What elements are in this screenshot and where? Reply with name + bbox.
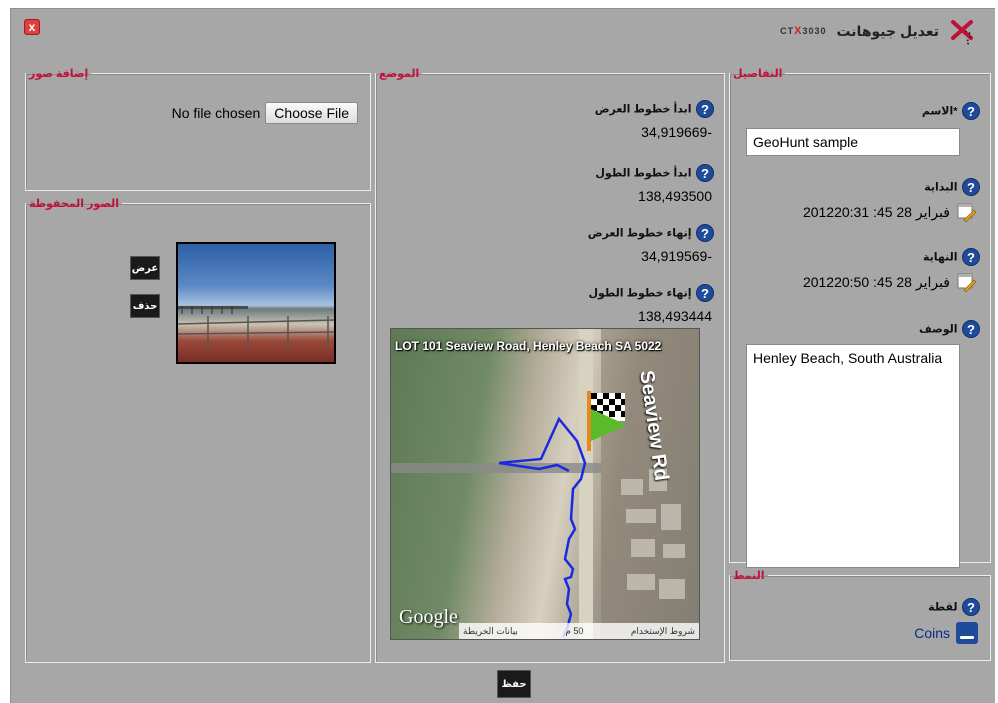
description-label-row: ? الوصف	[919, 320, 980, 338]
add-photos-panel: إضافة صور No file chosen Choose File	[25, 67, 371, 191]
start-datetime[interactable]: 201220:31 :45 فبراير 28	[803, 202, 978, 222]
end-lat-label: إنهاء خطوط العرض	[587, 227, 692, 240]
title-bar: CTX3030 تعديل جيوهانت	[780, 15, 977, 47]
type-panel: النمط ? لقطة Coins	[729, 569, 991, 661]
end-datetime-value: 201220:50 :45 فبراير 28	[802, 273, 950, 290]
add-photos-legend: إضافة صور	[29, 68, 89, 80]
end-label: النهاية	[922, 251, 958, 264]
help-icon[interactable]: ?	[962, 102, 980, 120]
end-datetime[interactable]: 201220:50 :45 فبراير 28	[803, 272, 978, 292]
end-lat-value: 34,919569-	[641, 248, 712, 264]
calendar-edit-icon[interactable]	[956, 272, 978, 292]
coins-option[interactable]: Coins	[914, 622, 978, 644]
start-lon-value: 138,493500	[638, 188, 712, 204]
map-address: LOT 101 Seaview Road, Henley Beach SA 50…	[395, 339, 662, 353]
help-icon[interactable]: ?	[962, 598, 980, 616]
type-legend: النمط	[733, 570, 765, 582]
help-icon[interactable]: ?	[962, 248, 980, 266]
window-title: تعديل جيوهانت	[836, 22, 939, 39]
close-icon[interactable]: x	[24, 19, 40, 35]
delete-photo-button[interactable]: حذف	[130, 294, 160, 318]
route-map[interactable]: LOT 101 Seaview Road, Henley Beach SA 50…	[390, 328, 700, 640]
start-lon-label-row: ? ابدأ خطوط الطول	[595, 164, 714, 182]
help-icon[interactable]: ?	[696, 284, 714, 302]
name-label: *الاسم	[921, 105, 958, 118]
details-panel: التفاصيل ? *الاسم GeoHunt sample ? البدا…	[729, 67, 991, 568]
map-footer: شروط الإستخدام 50 م بيانات الخريطة	[459, 623, 699, 639]
help-icon[interactable]: ?	[696, 100, 714, 118]
help-icon[interactable]: ?	[962, 320, 980, 338]
end-lon-value: 138,493444	[638, 308, 712, 324]
map-scale: 50 م	[565, 625, 584, 636]
name-label-row: ? *الاسم	[922, 102, 980, 120]
point-label: لقطة	[928, 601, 958, 614]
calendar-edit-icon[interactable]	[956, 202, 978, 222]
start-lat-label: ابدأ خطوط العرض	[594, 103, 692, 116]
map-terms-link[interactable]: شروط الإستخدام	[631, 626, 695, 637]
coins-label: Coins	[914, 625, 950, 641]
saved-photos-panel: الصور المحفوظة عرض حذف	[25, 197, 371, 663]
map-data-link[interactable]: بيانات الخريطة	[463, 626, 518, 637]
geohunt-x-icon	[951, 20, 973, 45]
point-label-row: ? لقطة	[928, 598, 980, 616]
choose-file-button[interactable]: Choose File	[265, 102, 358, 124]
start-label-row: ? البداية	[924, 178, 980, 196]
help-icon[interactable]: ?	[962, 178, 980, 196]
view-photo-button[interactable]: عرض	[130, 256, 160, 280]
name-field[interactable]: GeoHunt sample	[746, 128, 960, 156]
start-lon-label: ابدأ خطوط الطول	[595, 167, 692, 180]
description-label: الوصف	[919, 323, 958, 336]
pier-photo-icon	[178, 306, 334, 348]
end-lat-label-row: ? إنهاء خطوط العرض	[588, 224, 714, 242]
no-file-text: No file chosen	[171, 105, 261, 121]
ctx-logo: CTX3030	[780, 25, 827, 37]
position-legend: الموضع	[379, 68, 420, 80]
help-icon[interactable]: ?	[696, 224, 714, 242]
start-lat-value: 34,919669-	[641, 124, 712, 140]
start-datetime-value: 201220:31 :45 فبراير 28	[802, 203, 950, 220]
end-label-row: ? النهاية	[923, 248, 980, 266]
help-icon[interactable]: ?	[696, 164, 714, 182]
coins-icon[interactable]	[956, 622, 978, 644]
description-textarea[interactable]: Henley Beach, South Australia	[746, 344, 960, 568]
start-lat-label-row: ? ابدأ خطوط العرض	[595, 100, 714, 118]
saved-photos-legend: الصور المحفوظة	[29, 198, 120, 210]
google-logo: Google	[399, 606, 458, 628]
end-lon-label-row: ? إنهاء خطوط الطول	[588, 284, 714, 302]
file-picker[interactable]: No file chosen Choose File	[172, 102, 358, 124]
saved-photo-thumbnail[interactable]	[176, 242, 336, 364]
end-lon-label: إنهاء خطوط الطول	[588, 287, 692, 300]
start-label: البداية	[924, 181, 958, 194]
save-button[interactable]: حفظ	[497, 670, 531, 698]
details-legend: التفاصيل	[733, 68, 783, 80]
